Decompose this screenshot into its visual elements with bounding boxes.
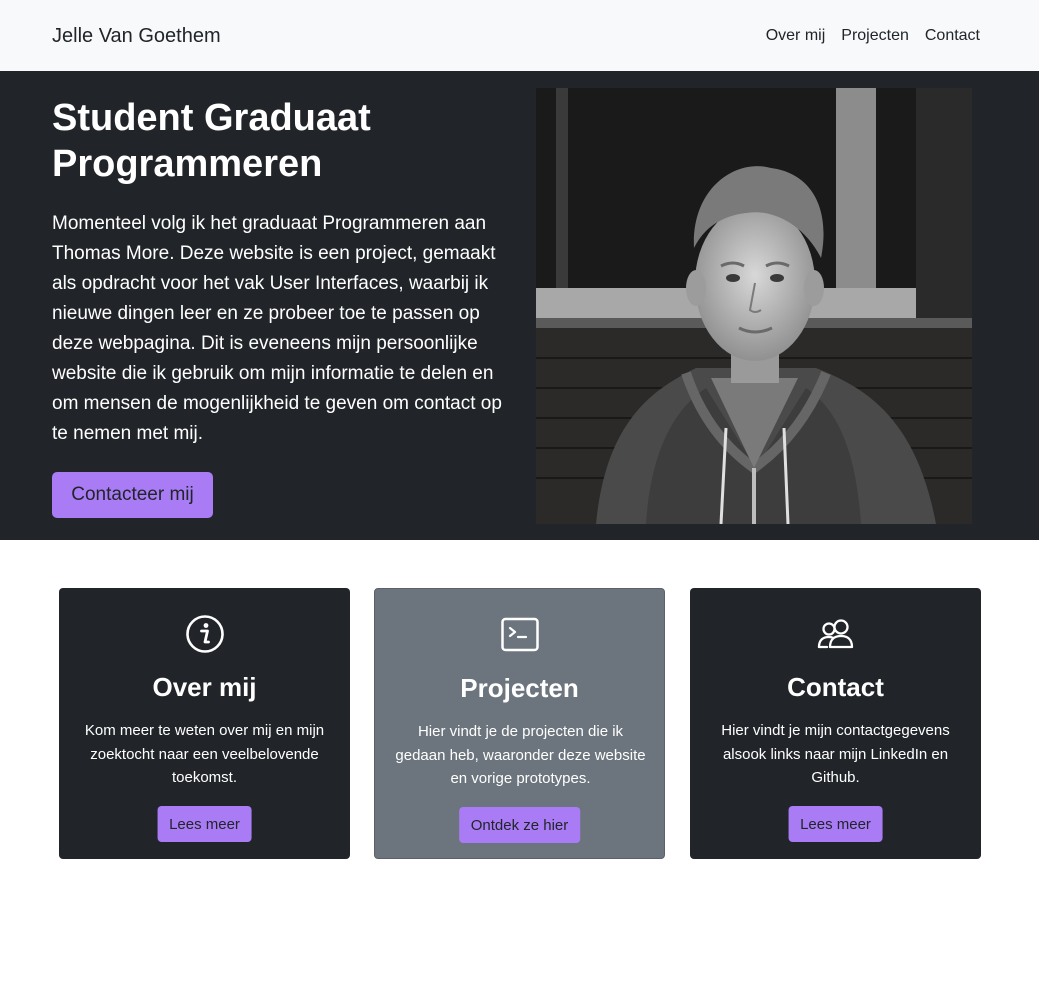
hero-section: Student Graduaat Programmeren Momenteel … <box>0 71 1039 540</box>
card-title: Over mij <box>152 672 257 702</box>
terminal-icon <box>375 615 664 655</box>
navbar: Jelle Van Goethem Over mij Projecten Con… <box>0 0 1039 71</box>
discover-projects-button[interactable]: Ontdek ze hier <box>458 807 581 843</box>
nav-links: Over mij Projecten Contact <box>766 26 980 46</box>
info-circle-icon <box>59 614 350 654</box>
portrait-illustration <box>536 88 972 524</box>
portrait-photo <box>536 88 972 524</box>
card-text: Hier vindt je mijn contactgegevens alsoo… <box>721 722 950 786</box>
nav-link-over-mij[interactable]: Over mij <box>766 26 826 46</box>
card-over-mij: Over mij Kom meer te weten over mij en m… <box>59 588 350 859</box>
brand-link[interactable]: Jelle Van Goethem <box>52 24 221 48</box>
contact-me-button[interactable]: Contacteer mij <box>52 472 213 518</box>
card-projecten: Projecten Hier vindt je de projecten die… <box>374 588 665 859</box>
nav-link-contact[interactable]: Contact <box>925 26 980 46</box>
card-contact: Contact Hier vindt je mijn contactgegeve… <box>690 588 981 859</box>
read-more-button[interactable]: Lees meer <box>788 806 883 842</box>
card-title: Projecten <box>460 673 579 703</box>
card-text: Kom meer te weten over mij en mijn zoekt… <box>84 722 325 786</box>
card-title: Contact <box>787 672 884 702</box>
read-more-button[interactable]: Lees meer <box>157 806 252 842</box>
nav-link-projecten[interactable]: Projecten <box>841 26 909 46</box>
people-icon <box>690 614 981 654</box>
card-text: Hier vindt je de projecten die ik gedaan… <box>395 723 646 787</box>
hero-intro-text: Momenteel volg ik het graduaat Programme… <box>52 213 502 444</box>
hero-title: Student Graduaat Programmeren <box>52 97 371 185</box>
